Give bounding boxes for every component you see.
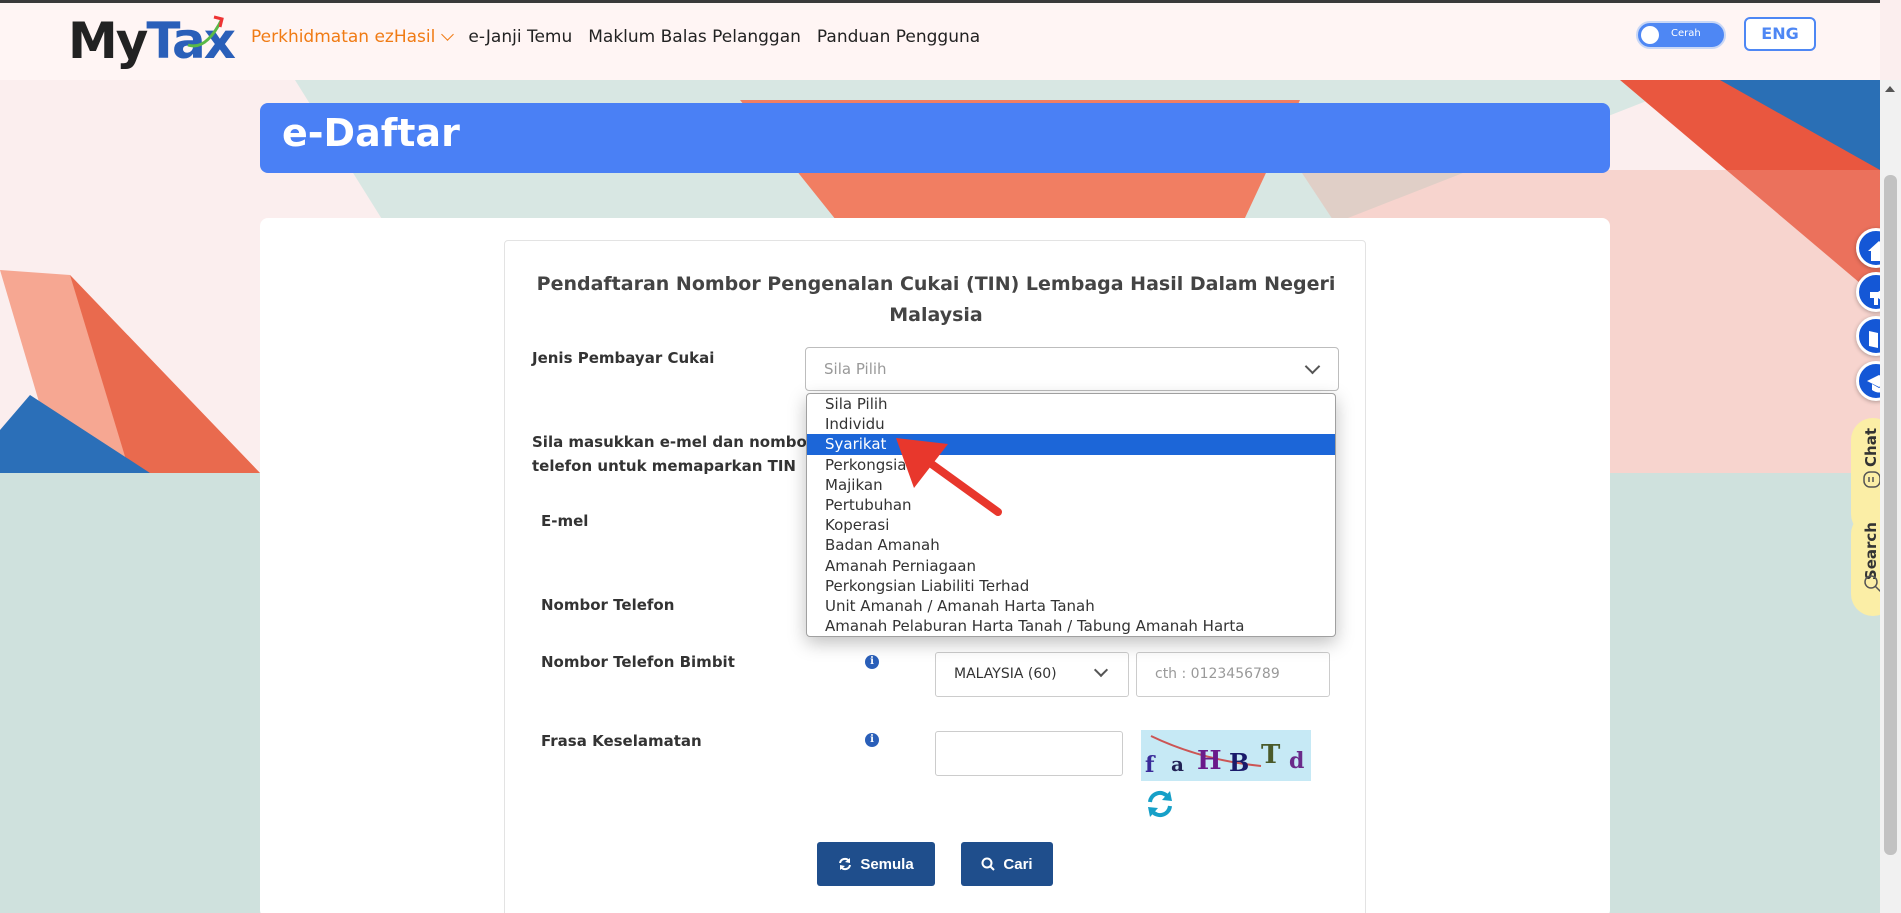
theme-toggle-label: Cerah (1671, 28, 1701, 39)
main-nav: Perkhidmatan ezHasil e-Janji Temu Maklum… (251, 27, 996, 47)
dropdown-option[interactable]: Pertubuhan (807, 495, 1335, 515)
nav-item-maklum-balas[interactable]: Maklum Balas Pelanggan (588, 27, 801, 47)
nav-item-panduan-pengguna[interactable]: Panduan Pengguna (817, 27, 980, 47)
chat-label: Chat (1862, 428, 1880, 467)
nav-item-label: Perkhidmatan ezHasil (251, 27, 436, 47)
theme-toggle[interactable]: Cerah (1636, 21, 1726, 49)
dropdown-option[interactable]: Koperasi (807, 515, 1335, 535)
page-banner: e-Daftar (260, 103, 1610, 173)
captcha-char: f (1145, 752, 1155, 778)
dropdown-option[interactable]: Amanah Perniagaan (807, 556, 1335, 576)
security-phrase-label: Frasa Keselamatan (541, 732, 702, 750)
page-scrollbar[interactable] (1880, 80, 1901, 913)
country-code-select[interactable]: MALAYSIA (60) (935, 652, 1129, 697)
page-title: e-Daftar (282, 111, 460, 155)
language-button[interactable]: ENG (1744, 17, 1816, 51)
annotation-arrow-icon (896, 438, 1002, 516)
nav-item-label: Panduan Pengguna (816, 27, 981, 47)
reset-button[interactable]: Semula (817, 842, 935, 886)
refresh-captcha-icon[interactable] (1145, 789, 1175, 819)
captcha-char: a (1171, 752, 1184, 776)
captcha-noise (1150, 735, 1262, 767)
taxpayer-type-select[interactable]: Sila Pilih (805, 347, 1339, 391)
chevron-down-icon (1304, 358, 1321, 375)
captcha-image: f a H B T d (1141, 730, 1311, 781)
email-label: E-mel (541, 512, 589, 530)
search-button[interactable]: Cari (961, 842, 1053, 886)
top-navigation-bar: MyTax Perkhidmatan ezHasil e-Janji Temu … (0, 0, 1880, 80)
dropdown-option[interactable]: Sila Pilih (807, 394, 1335, 414)
dropdown-option[interactable]: Unit Amanah / Amanah Harta Tanah (807, 596, 1335, 616)
captcha-char: T (1261, 740, 1281, 770)
instruction-text: Sila masukkan e-mel dan nombor telefon u… (532, 433, 815, 475)
nav-item-e-janji-temu[interactable]: e-Janji Temu (468, 27, 572, 47)
captcha-char: d (1289, 748, 1305, 774)
taxpayer-type-value: Sila Pilih (824, 360, 887, 378)
scroll-up-icon[interactable] (1885, 86, 1895, 92)
refresh-icon (839, 857, 852, 871)
dropdown-option[interactable]: Individu (807, 414, 1335, 434)
reset-button-label: Semula (860, 855, 914, 873)
dropdown-option[interactable]: Majikan (807, 475, 1335, 495)
search-icon (981, 857, 996, 871)
security-phrase-input[interactable] (935, 731, 1123, 776)
dropdown-option-selected[interactable]: Syarikat (807, 434, 1335, 455)
toggle-knob (1641, 26, 1659, 44)
form-title: Pendaftaran Nombor Pengenalan Cukai (TIN… (536, 273, 1336, 326)
captcha-char: H (1197, 746, 1222, 776)
dropdown-option[interactable]: Perkongsian Liabiliti Terhad (807, 576, 1335, 596)
mytax-logo[interactable]: MyTax (68, 11, 236, 71)
info-icon[interactable]: i (865, 655, 879, 669)
dropdown-option[interactable]: Perkongsian (807, 455, 1335, 475)
taxpayer-type-label: Jenis Pembayar Cukai (532, 349, 715, 367)
logo-swoosh-icon (187, 15, 224, 48)
nav-item-perkhidmatan-ezhasil[interactable]: Perkhidmatan ezHasil (251, 27, 455, 47)
mobile-label: Nombor Telefon Bimbit (541, 653, 735, 671)
search-button-label: Cari (1003, 855, 1033, 873)
phone-label: Nombor Telefon (541, 596, 675, 614)
nav-item-label: Maklum Balas Pelanggan (588, 27, 801, 47)
captcha-char: B (1229, 748, 1250, 777)
country-code-value: MALAYSIA (60) (954, 666, 1057, 682)
mobile-number-input[interactable]: cth : 0123456789 (1136, 652, 1330, 697)
dropdown-option[interactable]: Badan Amanah (807, 535, 1335, 555)
dropdown-option[interactable]: Amanah Pelaburan Harta Tanah / Tabung Am… (807, 616, 1335, 636)
chevron-down-icon (1093, 662, 1109, 678)
taxpayer-type-dropdown-list[interactable]: Sila Pilih Individu Syarikat Perkongsian… (806, 393, 1336, 637)
chevron-down-icon (441, 28, 455, 41)
mobile-number-placeholder: cth : 0123456789 (1155, 666, 1280, 682)
scroll-thumb[interactable] (1884, 175, 1897, 855)
nav-item-label: e-Janji Temu (468, 27, 573, 47)
logo-my-text: My (68, 12, 148, 70)
info-icon[interactable]: i (865, 733, 879, 747)
